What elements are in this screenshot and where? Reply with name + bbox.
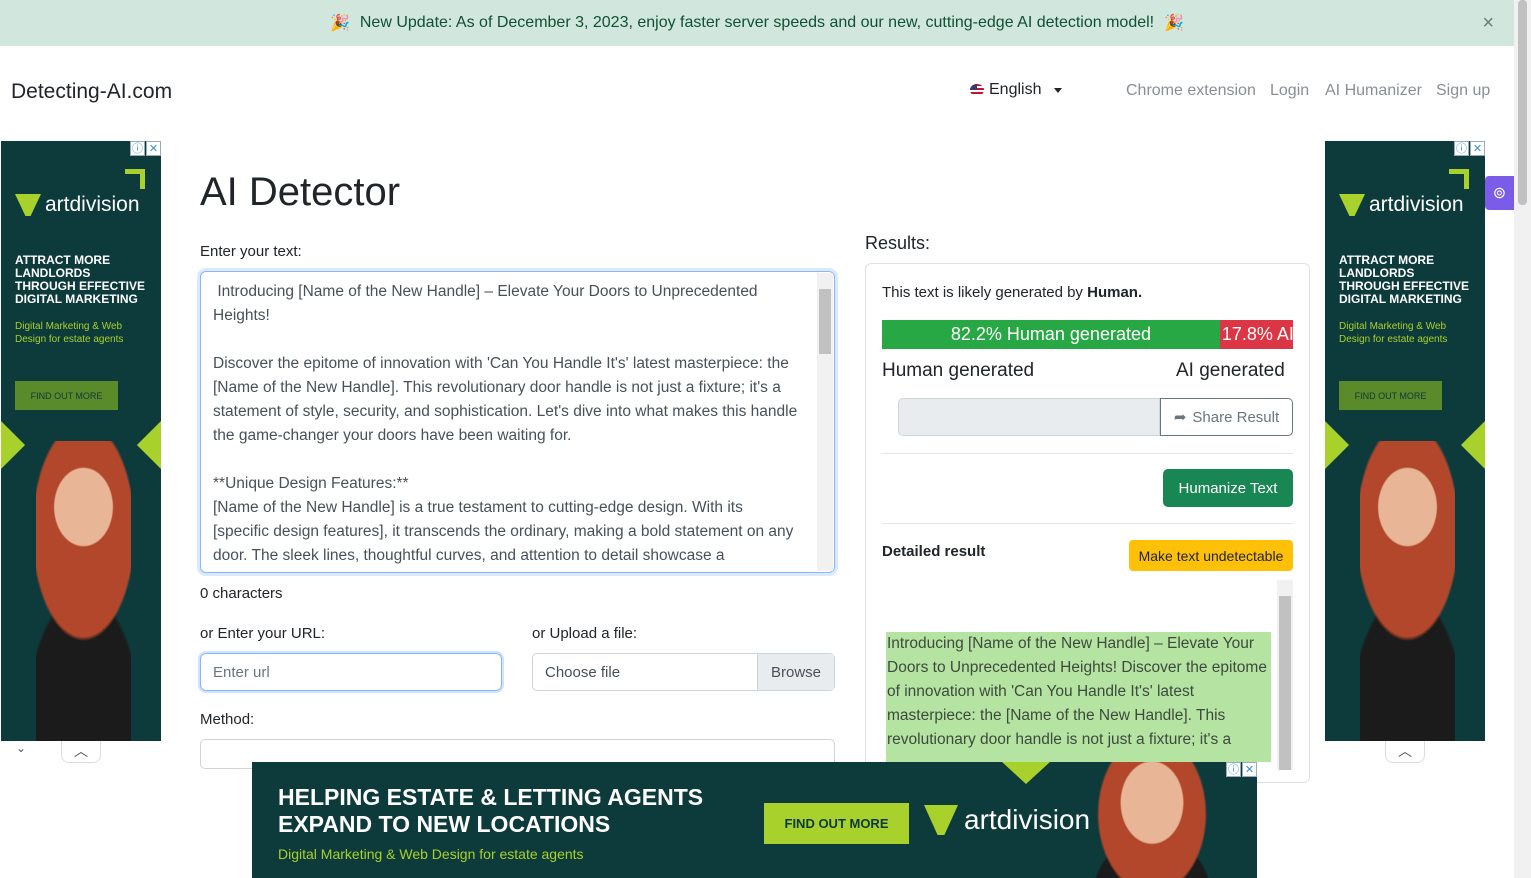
chevron-down-icon[interactable]: ⌄ xyxy=(16,741,26,755)
nav-chrome-extension[interactable]: Chrome extension xyxy=(1126,82,1256,100)
url-label: or Enter your URL: xyxy=(200,625,326,642)
ad-brand: artdivision xyxy=(45,193,140,216)
ad-cta-button[interactable]: FIND OUT MORE xyxy=(764,803,909,844)
ad-person-image xyxy=(1092,762,1212,878)
humanize-text-button[interactable]: Humanize Text xyxy=(1163,469,1293,507)
divider xyxy=(882,523,1293,524)
ad-corner-mark xyxy=(125,169,145,189)
chevron-up-icon[interactable]: ︿ xyxy=(1385,741,1425,763)
url-input[interactable]: Enter url xyxy=(200,653,502,691)
close-icon[interactable]: ✕ xyxy=(146,141,161,156)
ad-brand: artdivision xyxy=(964,804,1091,835)
ad-headline: ATTRACT MORE LANDLORDS THROUGH EFFECTIVE… xyxy=(15,253,146,306)
method-label: Method: xyxy=(200,711,255,728)
ad-subtext: Digital Marketing & Web Design for estat… xyxy=(1339,321,1448,345)
ad-logo: artdivision xyxy=(15,193,140,217)
results-title: Results: xyxy=(865,233,931,253)
us-flag-icon xyxy=(970,84,984,96)
file-upload[interactable]: Choose file Browse xyxy=(532,653,835,691)
detailed-result-text: Introducing [Name of the New Handle] – E… xyxy=(886,632,1271,762)
ad-headline: ATTRACT MORE LANDLORDS THROUGH EFFECTIVE… xyxy=(1339,253,1470,306)
bottom-ad[interactable]: ⓘ ✕ HELPING ESTATE & LETTING AGENTS EXPAN… xyxy=(252,762,1257,878)
ad-logo: artdivision xyxy=(1339,193,1464,217)
likely-prefix: This text is likely generated by xyxy=(882,284,1083,301)
scroll-thumb[interactable] xyxy=(1279,596,1291,770)
site-brand[interactable]: Detecting-AI.com xyxy=(11,80,172,104)
share-link-input[interactable] xyxy=(898,398,1160,436)
ad-choices[interactable]: ⓘ ✕ xyxy=(1226,762,1257,777)
ad-headline: HELPING ESTATE & LETTING AGENTS EXPAND T… xyxy=(278,784,703,838)
info-icon[interactable]: ⓘ xyxy=(1454,141,1469,156)
ai-label: AI generated xyxy=(1176,360,1285,381)
divider xyxy=(882,453,1293,454)
likely-value: Human. xyxy=(1087,284,1143,301)
ad-shape xyxy=(1002,762,1050,784)
party-icon: 🎉 xyxy=(329,15,350,32)
share-icon: ➦ xyxy=(1173,409,1187,426)
share-group: ➦ Share Result xyxy=(898,398,1293,436)
result-bar: 82.2% Human generated 17.8% AI xyxy=(882,320,1293,349)
info-icon[interactable]: ⓘ xyxy=(1226,762,1241,777)
ad-choices[interactable]: ⓘ ✕ xyxy=(1454,141,1485,156)
ad-shape xyxy=(1,420,26,470)
artdivision-logo-icon xyxy=(15,194,41,216)
update-banner: 🎉 New Update: As of December 3, 2023, en… xyxy=(0,0,1514,46)
ad-cta-button[interactable]: FIND OUT MORE xyxy=(1339,381,1442,410)
ad-shape xyxy=(136,420,161,470)
browse-button[interactable]: Browse xyxy=(757,654,834,690)
ad-headline-line: EXPAND TO NEW LOCATIONS xyxy=(278,811,611,837)
page-scrollbar[interactable] xyxy=(1514,0,1531,878)
detailed-result-title: Detailed result xyxy=(882,543,986,560)
artdivision-logo-icon xyxy=(1339,194,1365,216)
share-label: Share Result xyxy=(1192,408,1280,426)
close-icon[interactable]: × xyxy=(1482,12,1494,35)
caret-down-icon xyxy=(1054,87,1063,93)
language-dropdown[interactable]: English xyxy=(970,81,1063,99)
char-count: 0 characters xyxy=(200,585,283,602)
scroll-thumb[interactable] xyxy=(819,289,831,354)
ai-bar: 17.8% AI xyxy=(1219,320,1293,349)
scroll-thumb[interactable] xyxy=(1518,0,1527,205)
text-input[interactable]: Introducing [Name of the New Handle] – E… xyxy=(200,271,835,573)
ad-corner-mark xyxy=(1449,169,1469,189)
ad-subtext: Digital Marketing & Web Design for estat… xyxy=(15,321,124,345)
human-label: Human generated xyxy=(882,360,1035,381)
nav-login[interactable]: Login xyxy=(1270,82,1309,100)
share-result-button[interactable]: ➦ Share Result xyxy=(1160,398,1293,436)
human-bar: 82.2% Human generated xyxy=(882,320,1220,349)
ad-person-image xyxy=(1360,441,1455,741)
left-ad[interactable]: ⓘ ✕ artdivision ATTRACT MORE LANDLORDS TH… xyxy=(1,141,161,741)
ad-choices[interactable]: ⓘ ✕ xyxy=(130,141,161,156)
artdivision-logo-icon xyxy=(924,805,958,835)
ad-logo: artdivision xyxy=(924,804,1090,836)
likely-text: This text is likely generated by Human. xyxy=(882,284,1142,301)
party-icon: 🎉 xyxy=(1164,15,1185,32)
page-title: AI Detector xyxy=(200,170,401,214)
textarea-scrollbar[interactable] xyxy=(817,273,833,571)
ad-shape xyxy=(1325,420,1350,470)
ad-subtext: Digital Marketing & Web Design for estat… xyxy=(278,846,584,862)
detail-scrollbar[interactable] xyxy=(1277,580,1293,770)
make-undetectable-button[interactable]: Make text undetectable xyxy=(1129,540,1293,571)
file-name[interactable]: Choose file xyxy=(533,654,757,690)
file-label: or Upload a file: xyxy=(532,625,638,642)
close-icon[interactable]: ✕ xyxy=(1470,141,1485,156)
ad-person-image xyxy=(36,441,131,741)
chevron-up-icon[interactable]: ︿ xyxy=(61,741,101,763)
ad-cta-button[interactable]: FIND OUT MORE xyxy=(15,381,118,410)
banner-text: New Update: As of December 3, 2023, enjo… xyxy=(359,14,1155,31)
language-label: English xyxy=(989,81,1042,98)
nav-sign-up[interactable]: Sign up xyxy=(1436,82,1490,100)
right-ad[interactable]: ⓘ ✕ artdivision ATTRACT MORE LANDLORDS TH… xyxy=(1325,141,1485,741)
close-icon[interactable]: ✕ xyxy=(1242,762,1257,777)
nav-ai-humanizer[interactable]: AI Humanizer xyxy=(1325,82,1422,100)
text-label: Enter your text: xyxy=(200,243,302,260)
info-icon[interactable]: ⓘ xyxy=(130,141,145,156)
ad-headline-line: HELPING ESTATE & LETTING AGENTS xyxy=(278,784,704,810)
fingerprint-icon[interactable]: ⊚ xyxy=(1485,176,1514,210)
ad-brand: artdivision xyxy=(1369,193,1464,216)
ad-shape xyxy=(1460,420,1485,470)
